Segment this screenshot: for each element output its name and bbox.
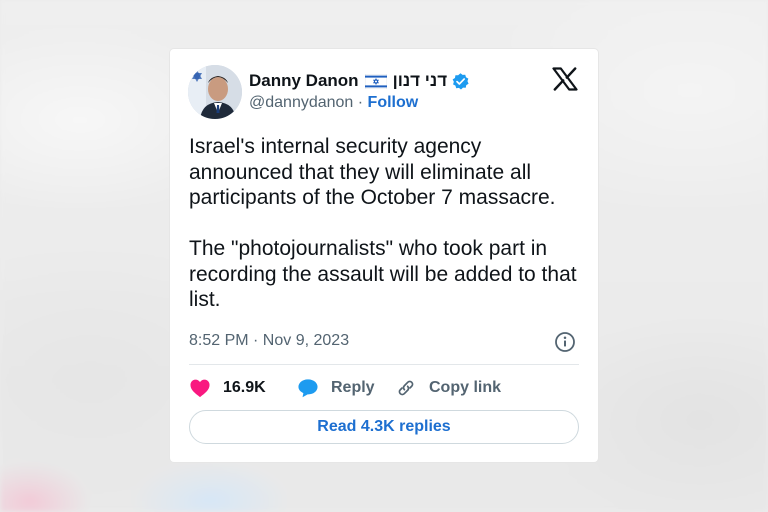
- copy-link-button[interactable]: Copy link: [395, 377, 501, 399]
- avatar[interactable]: [188, 65, 242, 119]
- reply-button[interactable]: Reply: [297, 378, 395, 398]
- israel-flag-icon: [364, 73, 387, 89]
- info-icon[interactable]: [554, 331, 576, 353]
- author-name-row: Danny Danon דני דנון: [249, 70, 470, 92]
- author-name[interactable]: Danny Danon: [249, 71, 359, 91]
- tweet-text: Israel's internal security agency announ…: [189, 135, 577, 311]
- x-logo-icon[interactable]: [552, 67, 578, 91]
- like-count: 16.9K: [223, 379, 266, 396]
- author-handle-row: @dannydanon · Follow: [249, 94, 418, 112]
- heart-icon: [190, 379, 210, 398]
- profile-photo: [188, 65, 242, 119]
- read-replies-button[interactable]: Read 4.3K replies: [189, 410, 579, 444]
- copy-link-label: Copy link: [429, 379, 502, 396]
- link-icon: [398, 380, 414, 396]
- divider: [189, 364, 579, 365]
- follow-button[interactable]: Follow: [368, 94, 419, 111]
- speech-bubble-icon: [298, 379, 318, 398]
- tweet-card: Danny Danon דני דנון @dannydanon · Follo…: [170, 49, 598, 462]
- tweet-timestamp[interactable]: 8:52 PM · Nov 9, 2023: [189, 332, 349, 350]
- like-button[interactable]: 16.9K: [189, 378, 297, 398]
- handle-separator: ·: [353, 94, 368, 111]
- author-handle[interactable]: @dannydanon: [249, 94, 353, 111]
- author-hebrew-name: דני דנון: [392, 71, 448, 90]
- verified-badge-icon: [451, 72, 470, 91]
- tweet-actions: 16.9K Reply Copy link: [189, 376, 501, 400]
- reply-label: Reply: [331, 379, 375, 396]
